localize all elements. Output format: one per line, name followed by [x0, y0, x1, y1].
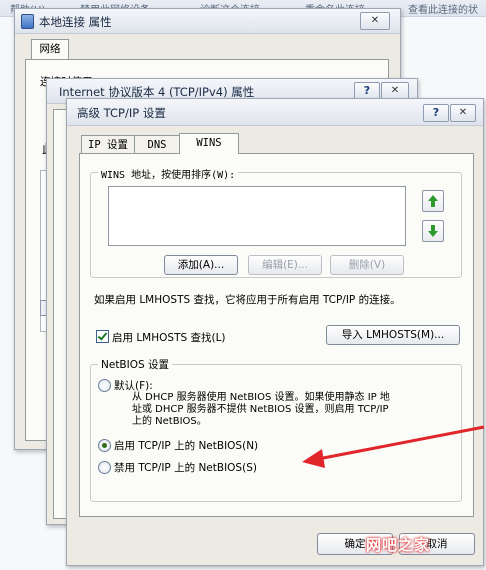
wins-address-listbox[interactable]: [108, 186, 406, 246]
netbios-default-desc-1: 从 DHCP 服务器使用 NetBIOS 设置。如果使用静态 IP 地: [132, 392, 390, 403]
tab-network[interactable]: 网络: [31, 39, 69, 60]
arrow-up-icon: [428, 195, 438, 207]
move-down-button[interactable]: [422, 220, 444, 242]
wins-list-label: WINS 地址，按使用排序(W):: [98, 166, 239, 181]
watermark-logo: 网吧之家: [366, 536, 431, 554]
netbios-default-label[interactable]: 默认(F):: [114, 378, 153, 393]
import-lmhosts-button[interactable]: 导入 LMHOSTS(M)...: [326, 325, 460, 345]
netbios-group-label: NetBIOS 设置: [98, 357, 172, 372]
enable-lmhosts-label[interactable]: 启用 LMHOSTS 查找(L): [112, 330, 226, 345]
netbios-disable-radio[interactable]: [98, 461, 111, 474]
edit-wins-button[interactable]: 编辑(E)...: [248, 255, 322, 275]
dialog-close-button[interactable]: ✕: [450, 104, 476, 122]
dialog-title: 高级 TCP/IP 设置: [77, 106, 166, 120]
network-adapter-icon: [21, 14, 34, 29]
netbios-default-desc-3: 上的 NetBIOS。: [132, 416, 207, 427]
bg-item-status: 查看此连接的状: [408, 5, 478, 16]
netbios-disable-label[interactable]: 禁用 TCP/IP 上的 NetBIOS(S): [114, 460, 257, 475]
move-up-button[interactable]: [422, 190, 444, 212]
advanced-tcpip-dialog: 高级 TCP/IP 设置 ? ✕ IP 设置 DNS WINS WINS 地址，…: [66, 98, 484, 566]
lmhosts-info-text: 如果启用 LMHOSTS 查找，它将应用于所有启用 TCP/IP 的连接。: [94, 294, 401, 306]
dialog-titlebar: 高级 TCP/IP 设置 ? ✕: [67, 99, 483, 126]
add-wins-button[interactable]: 添加(A)...: [164, 255, 238, 275]
delete-wins-button[interactable]: 删除(V): [330, 255, 404, 275]
window1-title: 本地连接 属性: [39, 15, 112, 29]
annotation-arrow: [302, 425, 485, 468]
arrow-down-icon: [428, 225, 438, 237]
window1-titlebar: 本地连接 属性 ✕: [15, 9, 400, 34]
dialog-help-button[interactable]: ?: [423, 104, 449, 122]
netbios-default-radio[interactable]: [98, 379, 111, 392]
enable-lmhosts-checkbox[interactable]: [96, 330, 109, 343]
tab-dns[interactable]: DNS: [134, 135, 180, 154]
tab-wins[interactable]: WINS: [179, 133, 239, 154]
tab-ip-settings[interactable]: IP 设置: [81, 135, 135, 154]
window1-close-button[interactable]: ✕: [360, 12, 390, 30]
netbios-enable-label[interactable]: 启用 TCP/IP 上的 NetBIOS(N): [114, 438, 258, 453]
netbios-enable-radio[interactable]: [98, 439, 111, 452]
